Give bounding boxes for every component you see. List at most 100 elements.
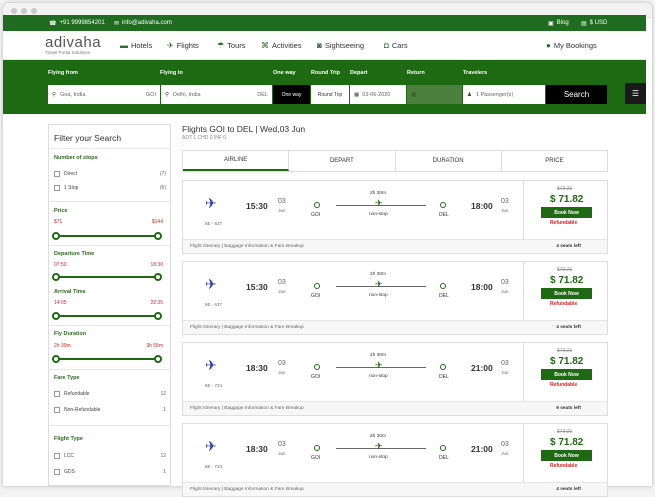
results-title: Flights GOI to DEL | Wed,03 Jun — [182, 124, 306, 134]
itinerary-links[interactable]: Flight Itinerary | Baggage Information &… — [190, 244, 304, 249]
destination-code: DEL — [439, 455, 449, 461]
seats-left: 4 seats left — [556, 487, 581, 492]
destination-code: DEL — [439, 293, 449, 299]
price-slider[interactable] — [52, 232, 162, 240]
arrival-slider[interactable] — [52, 312, 162, 320]
book-now-button[interactable]: Book Now — [541, 288, 592, 299]
search-button[interactable]: Search — [546, 85, 607, 104]
arrival-range-values: 14:05 22:35 — [54, 300, 163, 306]
nav-sightseeing[interactable]: ◙ Sightseeing — [317, 41, 364, 50]
itinerary-links[interactable]: Flight Itinerary | Baggage Information &… — [190, 406, 304, 411]
price-box: $73.21 $ 71.82 Book Now Refundable — [523, 181, 608, 239]
nav-cars[interactable]: ◘ Cars — [384, 41, 408, 50]
checkbox[interactable] — [54, 185, 60, 191]
flight-duration: 2h 30m — [370, 191, 386, 196]
email-link[interactable]: ✉ info@adivaha.com — [114, 20, 172, 27]
arrival-date: 03 Jun — [501, 198, 509, 213]
arrival-time: 21:00 — [471, 363, 493, 373]
card-footer: Flight Itinerary | Baggage Information &… — [183, 239, 607, 253]
destination-dot-icon — [440, 445, 446, 451]
flight-type-lcc-checkbox[interactable]: LCC 12 — [54, 453, 166, 459]
slider-handle[interactable] — [52, 312, 60, 320]
departure-range-values: 07:50 18:30 — [54, 262, 163, 268]
duration-slider[interactable] — [52, 355, 162, 363]
logo[interactable]: adivaha Travel Portal Solutions — [45, 35, 101, 56]
arrival-time: 18:00 — [471, 282, 493, 292]
filter-title: Filter your Search — [54, 133, 122, 143]
original-price: $73.21 — [557, 186, 573, 192]
tab-airline[interactable]: Airline — [183, 151, 290, 171]
flight-type-filter-title: Flight Type — [54, 436, 83, 442]
return-date-input[interactable]: ▦ — [407, 85, 462, 104]
sort-tabs: Airline Depart Duration Price — [182, 150, 608, 172]
fare-non-refundable-checkbox[interactable]: Non-Refundable 1 — [54, 407, 166, 413]
departure-date: 03 Jun — [278, 360, 286, 375]
origin-code: GOI — [311, 455, 321, 461]
refundable-badge: Refundable — [550, 382, 578, 388]
origin-dot-icon — [314, 202, 320, 208]
filter-toggle-button[interactable]: ☰ — [625, 83, 646, 104]
checkbox[interactable] — [54, 171, 60, 177]
flying-from-input[interactable]: ⚲ Goa, India GOI — [48, 85, 160, 104]
origin-dot-icon — [314, 445, 320, 451]
slider-handle[interactable] — [52, 273, 60, 281]
depart-date-input[interactable]: ▦ 03-06-2020 — [350, 85, 406, 104]
location-pin-icon: ⚲ — [165, 91, 170, 98]
book-now-button[interactable]: Book Now — [541, 207, 592, 218]
flight-type-gds-checkbox[interactable]: GDS 1 — [54, 469, 166, 475]
seats-left: 4 seats left — [556, 325, 581, 330]
one-way-button[interactable]: One way — [273, 85, 310, 104]
car-icon: ◘ — [384, 41, 389, 50]
nav-tours[interactable]: ☂ Tours — [217, 41, 246, 50]
flight-code: 6E - 724 — [205, 383, 223, 388]
phone-link[interactable]: ☎ +91 9999854201 — [49, 20, 105, 27]
checkbox[interactable] — [54, 469, 60, 475]
slider-handle[interactable] — [52, 355, 60, 363]
nav-activities[interactable]: ⌘ Activities — [261, 41, 302, 50]
checkbox[interactable] — [54, 407, 60, 413]
fare-refundable-checkbox[interactable]: Refundable 12 — [54, 391, 166, 397]
window-dot-icon[interactable] — [21, 8, 27, 14]
origin-code: GOI — [311, 212, 321, 218]
slider-handle[interactable] — [52, 232, 60, 240]
checkbox[interactable] — [54, 453, 60, 459]
flight-code: 6E - 724 — [205, 464, 223, 469]
stops-direct-checkbox[interactable]: Direct (7) — [54, 171, 166, 177]
slider-handle[interactable] — [154, 232, 162, 240]
stops-1-stop-checkbox[interactable]: 1 Stop (6) — [54, 185, 166, 191]
slider-handle[interactable] — [154, 273, 162, 281]
calendar-icon: ▦ — [354, 91, 360, 98]
travelers-input[interactable]: ♟ 1 Passenger(s) — [463, 85, 545, 104]
bed-icon: ▬ — [120, 41, 128, 50]
blog-link[interactable]: ▣ Blog — [548, 20, 569, 27]
book-now-button[interactable]: Book Now — [541, 369, 592, 380]
slider-handle[interactable] — [154, 355, 162, 363]
nav-hotels[interactable]: ▬ Hotels — [120, 41, 152, 50]
book-now-button[interactable]: Book Now — [541, 450, 592, 461]
travelers-label: Travelers — [463, 70, 488, 76]
fare-type-filter-title: Fare Type — [54, 375, 80, 381]
card-footer: Flight Itinerary | Baggage Information &… — [183, 320, 607, 334]
origin-dot-icon — [314, 283, 320, 289]
window-dot-icon[interactable] — [31, 8, 37, 14]
passenger-summary: ADT 1 CHD 0 INF 0 — [182, 135, 227, 141]
checkbox[interactable] — [54, 391, 60, 397]
tab-price[interactable]: Price — [502, 151, 607, 171]
depart-label: Depart — [350, 70, 368, 76]
itinerary-links[interactable]: Flight Itinerary | Baggage Information &… — [190, 325, 304, 330]
nav-my-bookings[interactable]: ● My Bookings — [546, 41, 597, 50]
duration-range-values: 2h 30m 3h 55m — [54, 343, 163, 349]
nav-flights[interactable]: ✈ Flights — [167, 41, 199, 50]
currency-selector[interactable]: ▤ $ USD — [581, 20, 607, 27]
tab-depart[interactable]: Depart — [289, 151, 396, 171]
itinerary-links[interactable]: Flight Itinerary | Baggage Information &… — [190, 487, 304, 492]
window-dot-icon[interactable] — [11, 8, 17, 14]
original-price: $73.21 — [557, 348, 573, 354]
tab-duration[interactable]: Duration — [396, 151, 502, 171]
email-icon: ✉ — [114, 20, 120, 27]
slider-handle[interactable] — [154, 312, 162, 320]
departure-slider[interactable] — [52, 273, 162, 281]
flying-to-input[interactable]: ⚲ Delhi, India DEL — [161, 85, 272, 104]
round-trip-button[interactable]: Round Trip — [311, 85, 349, 104]
arrival-filter-title: Arrival Time — [54, 289, 86, 295]
